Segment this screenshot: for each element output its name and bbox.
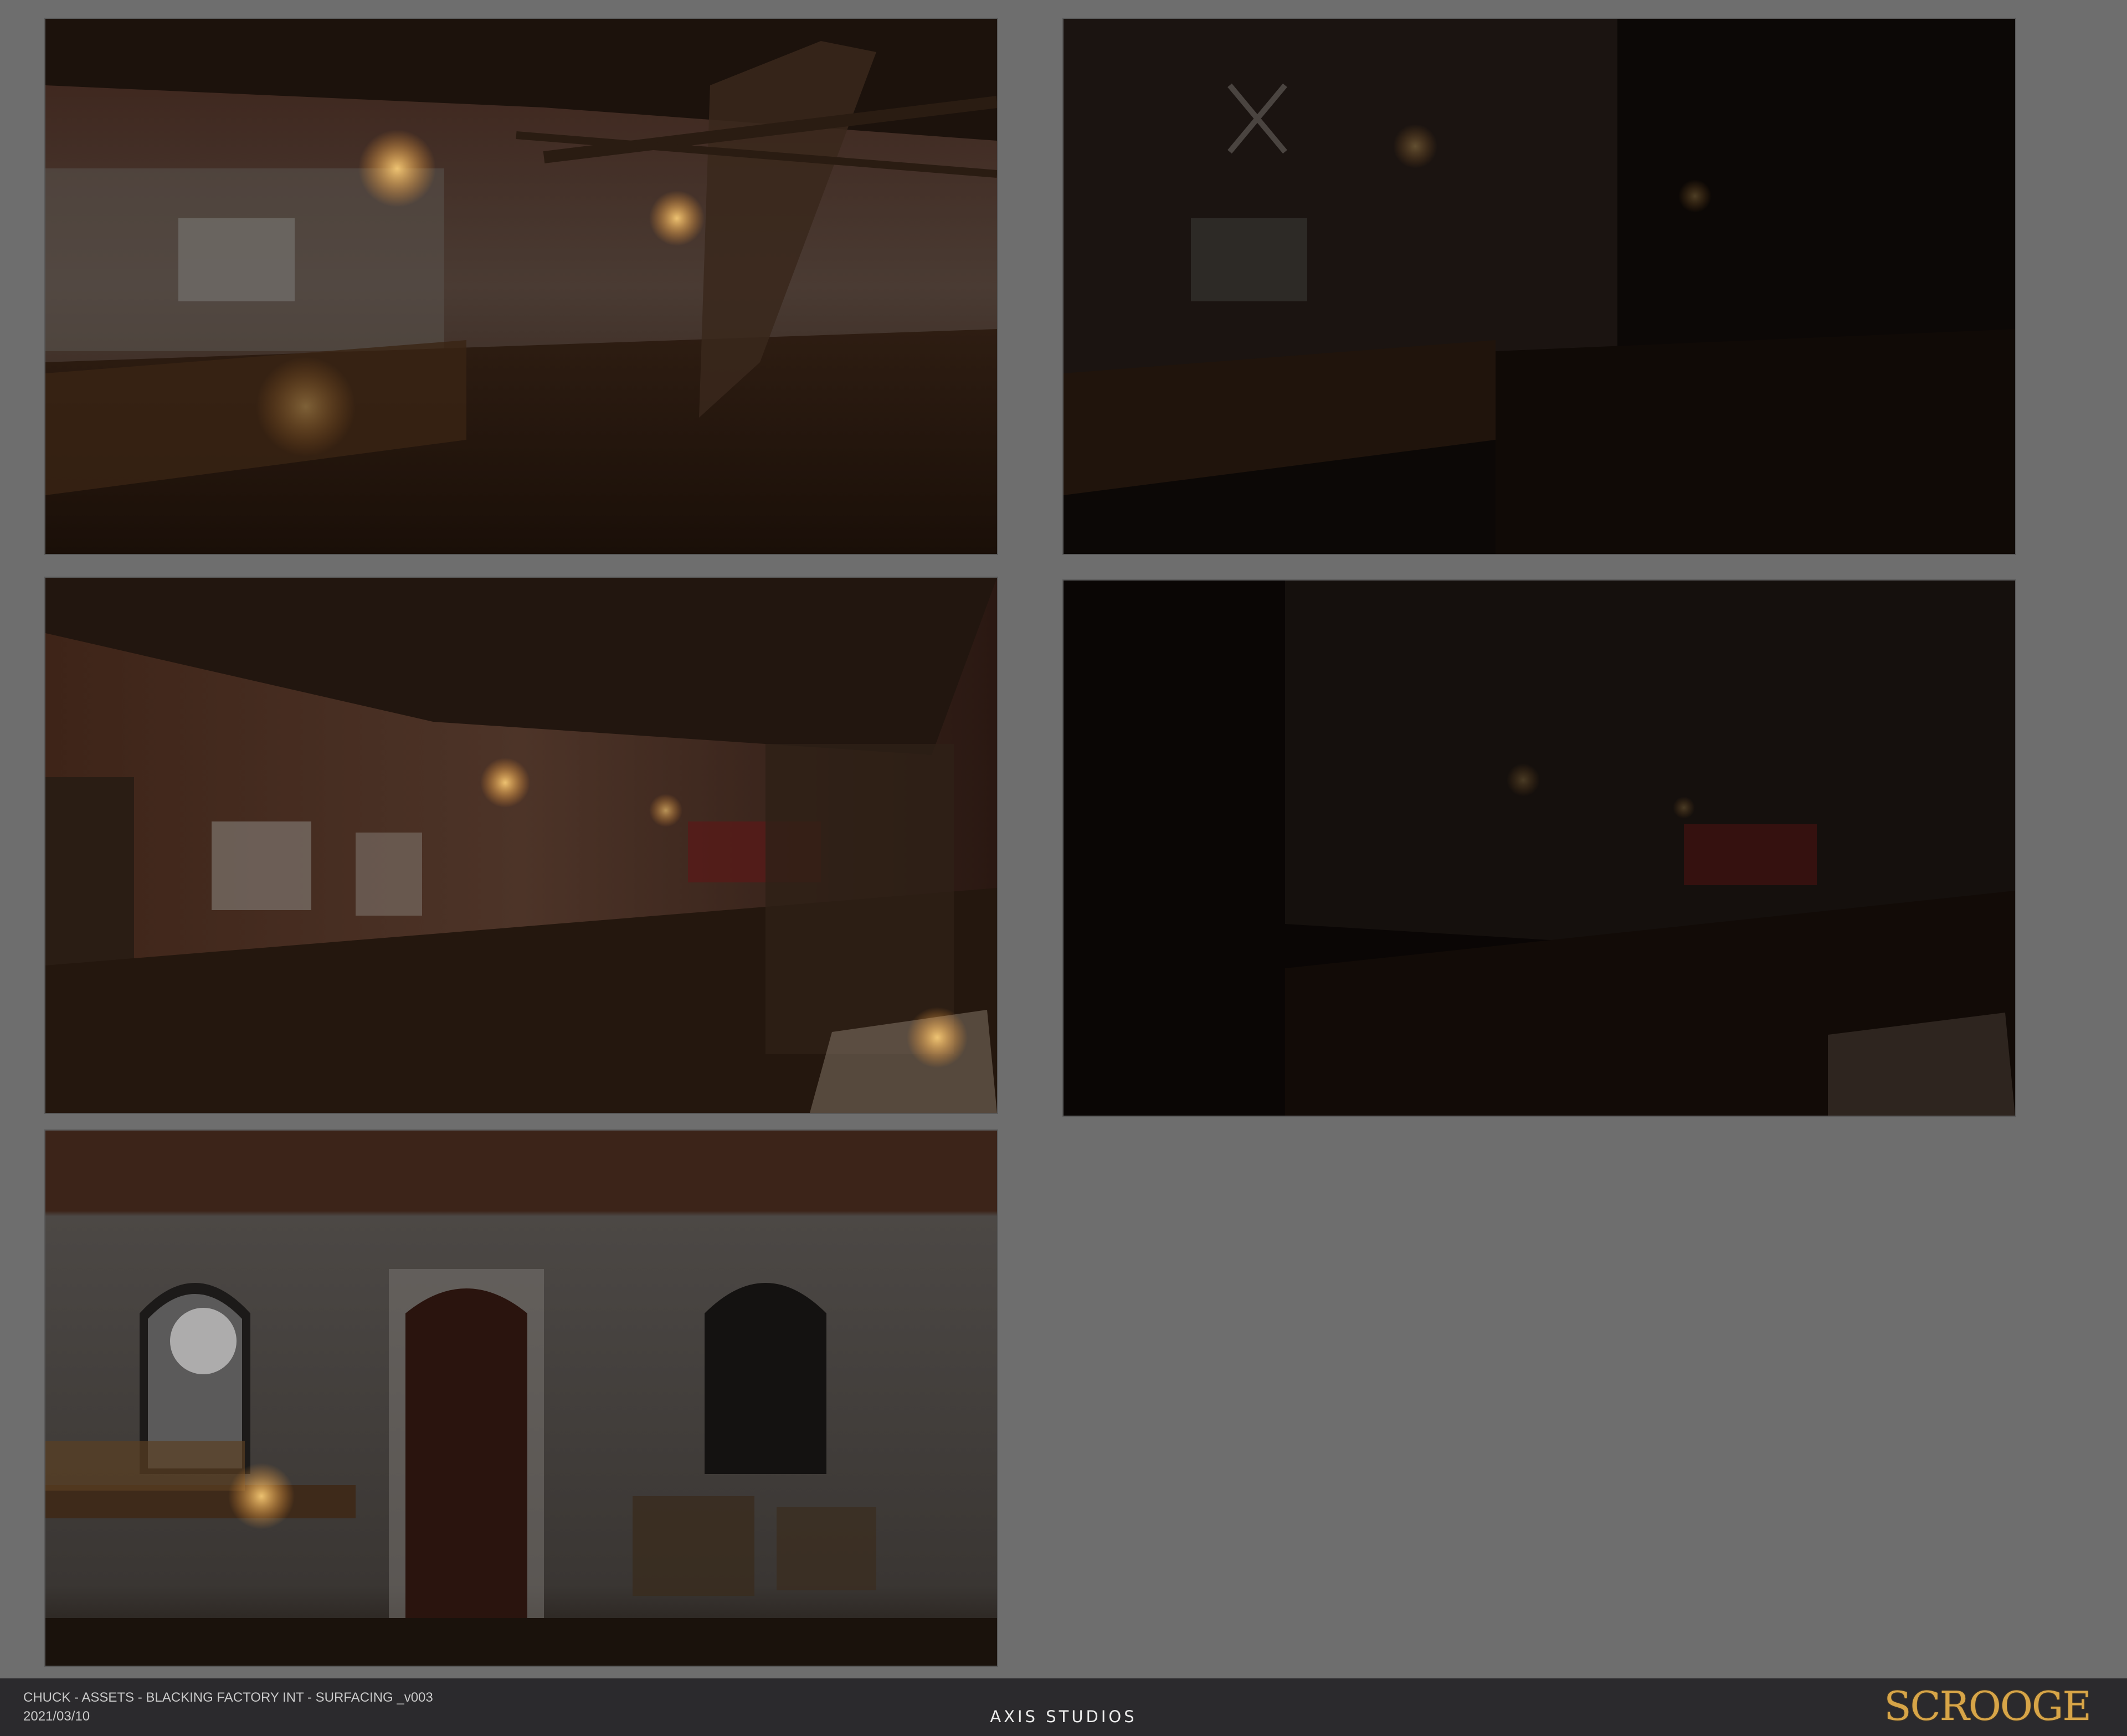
factory-wide-render-dark xyxy=(1064,581,2015,1116)
factory-wall-doorway-render xyxy=(45,1131,997,1666)
scrooge-logo: SCROOGE xyxy=(1884,1683,2092,1729)
factory-interior-render-dark xyxy=(1064,19,2015,554)
studio-name: AXIS STUDIOS xyxy=(990,1707,1137,1726)
project-title: CHUCK - ASSETS - BLACKING FACTORY INT - … xyxy=(23,1690,433,1705)
factory-wide-render-lit xyxy=(45,578,997,1113)
footer-bar: CHUCK - ASSETS - BLACKING FACTORY INT - … xyxy=(0,1678,2127,1736)
factory-interior-render-lit xyxy=(45,19,997,554)
